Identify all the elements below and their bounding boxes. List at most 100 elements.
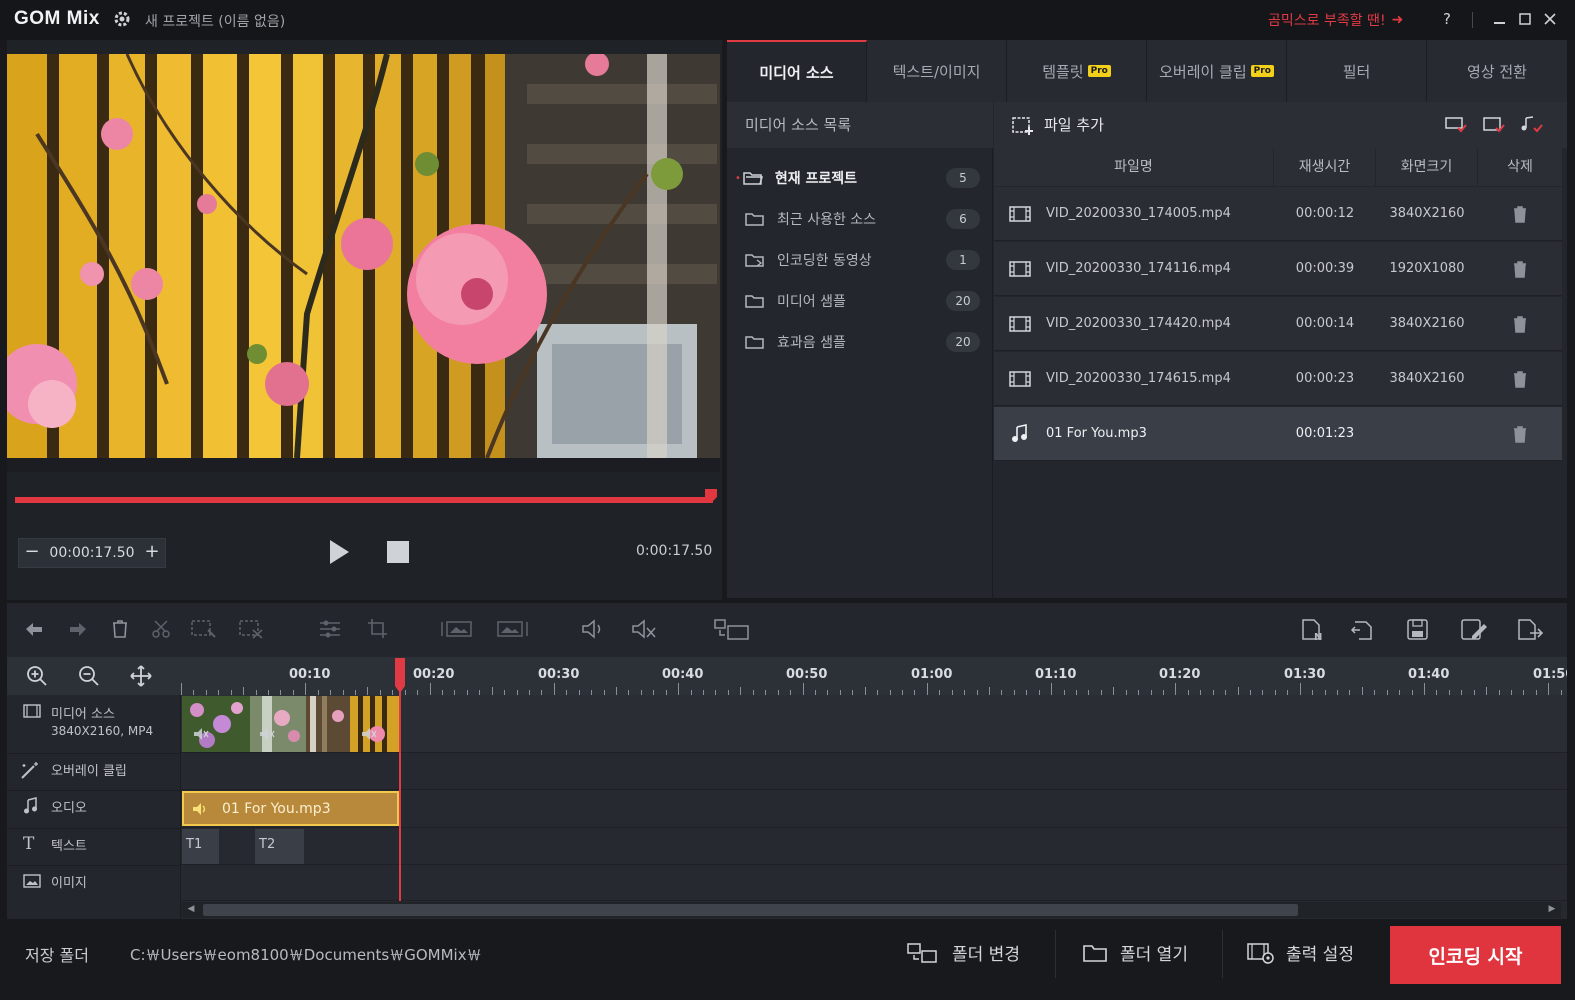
file-size: 3840X2160 — [1389, 206, 1465, 221]
file-duration: 00:00:12 — [1295, 206, 1355, 221]
table-row[interactable]: 01 For You.mp3 00:01:23 — [994, 407, 1562, 461]
maximize-button[interactable] — [1514, 8, 1536, 30]
time-stepper: − 00:00:17.50 + — [18, 538, 166, 568]
file-size: 3840X2160 — [1389, 316, 1465, 331]
tab-transition[interactable]: 영상 전환 — [1427, 40, 1567, 102]
count-badge: 5 — [946, 168, 980, 188]
file-name: VID_20200330_174005.mp4 — [1046, 206, 1231, 221]
divider — [1055, 930, 1056, 978]
volume-icon[interactable] — [580, 618, 606, 640]
current-time[interactable]: 00:00:17.50 — [45, 545, 139, 561]
play-button[interactable] — [327, 538, 351, 566]
media-clips[interactable] — [182, 696, 399, 752]
text-clip[interactable]: T2 — [255, 829, 304, 864]
time-increment-button[interactable]: + — [139, 539, 165, 567]
help-button[interactable]: ? — [1436, 10, 1458, 32]
text-clip[interactable]: T1 — [182, 829, 219, 864]
time-decrement-button[interactable]: − — [19, 539, 45, 567]
add-file-button[interactable]: 파일 추가 — [1012, 114, 1104, 135]
check-image-icon[interactable] — [1482, 114, 1506, 134]
tick-label: 00:50 — [786, 667, 828, 682]
new-project-icon[interactable]: N — [1300, 618, 1326, 642]
image-icon — [23, 873, 41, 889]
split-icon[interactable] — [238, 618, 264, 640]
track-text[interactable] — [181, 828, 1567, 865]
close-button[interactable] — [1539, 8, 1561, 30]
stop-button[interactable] — [386, 540, 410, 564]
seek-bar[interactable] — [15, 497, 713, 503]
table-row[interactable]: VID_20200330_174615.mp4 00:00:23 3840X21… — [994, 352, 1562, 406]
trash-icon[interactable] — [1478, 315, 1562, 333]
video-file-icon — [994, 370, 1046, 387]
playhead-handle[interactable] — [394, 658, 406, 694]
trash-icon[interactable] — [1478, 370, 1562, 388]
delete-icon[interactable] — [110, 618, 130, 640]
active-dot: • — [735, 172, 741, 184]
table-row[interactable]: VID_20200330_174420.mp4 00:00:14 3840X21… — [994, 297, 1562, 351]
scroll-left-icon[interactable]: ◀ — [184, 904, 198, 916]
output-settings-button[interactable]: 출력 설정 — [1246, 940, 1354, 965]
seek-thumb[interactable] — [705, 489, 717, 503]
change-folder-button[interactable]: 폴더 변경 — [906, 940, 1020, 965]
scroll-right-icon[interactable]: ▶ — [1545, 904, 1559, 916]
zoom-out-icon[interactable] — [77, 664, 101, 688]
col-size[interactable]: 화면크기 — [1376, 148, 1478, 186]
check-video-icon[interactable] — [1444, 114, 1468, 134]
zoom-in-icon[interactable] — [25, 664, 49, 688]
fit-icon[interactable] — [129, 664, 153, 688]
tab-label: 영상 전환 — [1467, 62, 1527, 81]
screen-switch-icon[interactable] — [714, 618, 750, 640]
undo-icon[interactable] — [22, 618, 46, 640]
source-item-current-project[interactable]: • 현재 프로젝트 5 — [735, 160, 980, 196]
save-as-icon[interactable] — [1460, 618, 1488, 642]
trash-icon[interactable] — [1478, 260, 1562, 278]
music-note-icon — [23, 797, 39, 815]
source-item-label: 최근 사용한 소스 — [777, 212, 877, 228]
trash-icon[interactable] — [1478, 205, 1562, 223]
track-image[interactable] — [181, 865, 1567, 901]
tab-template[interactable]: 템플릿 Pro — [1007, 40, 1147, 102]
table-row[interactable]: VID_20200330_174005.mp4 00:00:12 3840X21… — [994, 187, 1562, 241]
save-icon[interactable] — [1406, 618, 1430, 642]
minimize-button[interactable] — [1489, 8, 1511, 30]
open-folder-button[interactable]: 폴더 열기 — [1082, 940, 1188, 965]
tick-label: 00:40 — [662, 667, 704, 682]
check-audio-icon[interactable] — [1520, 114, 1544, 134]
source-item-recent[interactable]: 최근 사용한 소스 6 — [745, 201, 980, 237]
table-row[interactable]: VID_20200330_174116.mp4 00:00:39 1920X10… — [994, 242, 1562, 296]
promo-link[interactable]: 곰믹스로 부족할 땐! ➜ — [1268, 10, 1403, 30]
tab-text-image[interactable]: 텍스트/이미지 — [867, 40, 1007, 102]
trash-icon[interactable] — [1478, 425, 1562, 443]
gear-icon[interactable] — [113, 10, 131, 28]
col-filename[interactable]: 파일명 — [994, 148, 1274, 186]
tab-media-source[interactable]: 미디어 소스 — [727, 40, 867, 102]
redo-icon[interactable] — [66, 618, 90, 640]
image-left-icon[interactable] — [440, 618, 474, 640]
file-name: VID_20200330_174615.mp4 — [1046, 371, 1231, 386]
tick-label: 01:40 — [1408, 667, 1450, 682]
tick-label: 00:20 — [413, 667, 455, 682]
app-logo: GOM Mix — [14, 8, 100, 29]
tab-overlay-clip[interactable]: 오버레이 클립 Pro — [1147, 40, 1287, 102]
mute-icon[interactable] — [630, 618, 658, 640]
playhead[interactable] — [399, 658, 401, 901]
source-item-encoded[interactable]: 인코딩한 동영상 1 — [745, 242, 980, 278]
export-project-icon[interactable] — [1516, 618, 1544, 642]
audio-clip[interactable]: 01 For You.mp3 — [182, 791, 399, 826]
select-region-icon[interactable] — [190, 618, 218, 640]
encode-start-button[interactable]: 인코딩 시작 — [1390, 926, 1561, 984]
source-item-media-samples[interactable]: 미디어 샘플 20 — [745, 283, 980, 319]
scroll-thumb[interactable] — [203, 904, 1298, 916]
source-item-sound-samples[interactable]: 효과음 샘플 20 — [745, 324, 980, 360]
col-duration[interactable]: 재생시간 — [1274, 148, 1376, 186]
track-label-image: 이미지 — [51, 876, 87, 891]
track-overlay[interactable] — [181, 753, 1567, 790]
video-preview[interactable] — [7, 54, 720, 458]
image-right-icon[interactable] — [496, 618, 530, 640]
tick-label: 01:50 — [1533, 667, 1567, 682]
adjust-icon[interactable] — [318, 618, 342, 640]
cut-icon[interactable] — [150, 618, 172, 640]
crop-icon[interactable] — [366, 618, 390, 640]
open-project-icon[interactable] — [1350, 618, 1376, 642]
tab-filter[interactable]: 필터 — [1287, 40, 1427, 102]
